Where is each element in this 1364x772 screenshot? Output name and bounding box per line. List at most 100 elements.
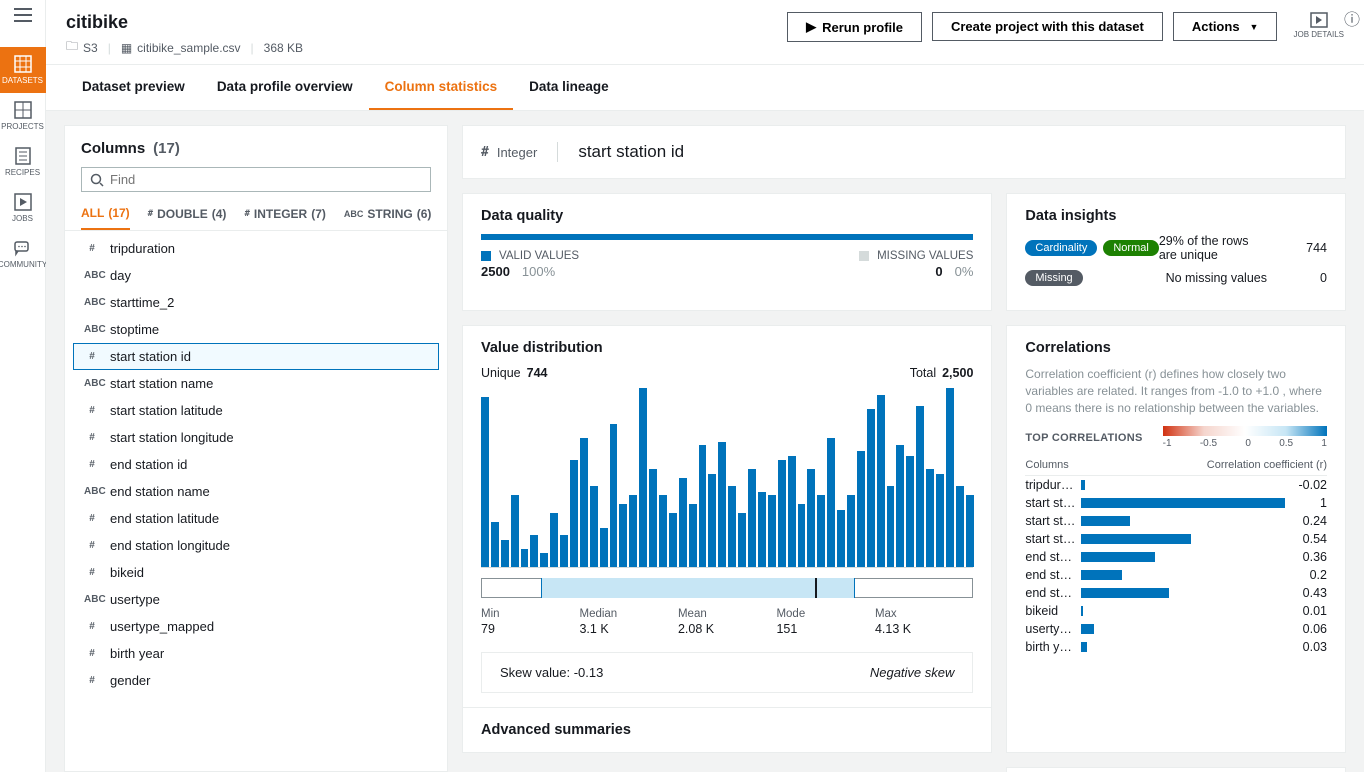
info-icon[interactable]: ⓘ [1344, 6, 1360, 30]
column-item[interactable]: ABCstoptime [73, 316, 439, 343]
left-nav: DATASETS PROJECTS RECIPES JOBS COMMUNITY [0, 0, 46, 772]
column-name-label: usertype [110, 592, 160, 607]
column-name-label: start station name [110, 376, 213, 391]
column-type-icon: # [84, 459, 100, 470]
top50-card: Top 50 unique values [1006, 767, 1346, 772]
column-item[interactable]: #end station latitude [73, 505, 439, 532]
column-type-icon: # [84, 567, 100, 578]
nav-projects[interactable]: PROJECTS [0, 93, 46, 139]
column-name-label: day [110, 268, 131, 283]
histogram-bar [550, 513, 558, 567]
nav-community[interactable]: COMMUNITY [0, 231, 46, 277]
nav-recipes[interactable]: RECIPES [0, 139, 46, 185]
histogram-bar [580, 438, 588, 567]
column-item[interactable]: ABCday [73, 262, 439, 289]
stat-cell: Median3.1 K [579, 608, 677, 636]
nav-datasets[interactable]: DATASETS [0, 47, 46, 93]
column-item[interactable]: #birth year [73, 640, 439, 667]
create-project-button[interactable]: Create project with this dataset [932, 12, 1163, 41]
histogram-bar [708, 474, 716, 567]
source-label: S3 [83, 41, 98, 55]
column-name-label: tripduration [110, 241, 175, 256]
histogram-bar [699, 445, 707, 567]
corr-coef: 0.24 [1291, 514, 1327, 528]
corr-col-name: start st… [1025, 496, 1075, 510]
correlation-row: userty…0.06 [1025, 620, 1327, 638]
corr-coef: -0.02 [1291, 478, 1327, 492]
histogram-bar [689, 504, 697, 567]
type-tab-all[interactable]: ALL (17) [81, 206, 130, 230]
corr-bar [1081, 516, 1130, 526]
column-item[interactable]: #usertype_mapped [73, 613, 439, 640]
top-correlations-label: TOP CORRELATIONS [1025, 432, 1142, 444]
correlation-row: tripdur…-0.02 [1025, 476, 1327, 494]
column-item[interactable]: #tripduration [73, 235, 439, 262]
corr-col-name: end st… [1025, 550, 1075, 564]
rerun-profile-button[interactable]: ▶Rerun profile [787, 12, 922, 42]
columns-panel: Columns (17) ALL (17) #DOUBLE (4) #INTEG… [64, 125, 448, 772]
column-item[interactable]: #bikeid [73, 559, 439, 586]
column-type-icon: # [84, 432, 100, 443]
total-label: Total [910, 366, 936, 380]
tab-data-lineage[interactable]: Data lineage [513, 65, 625, 110]
correlation-row: birth y…0.03 [1025, 638, 1327, 656]
histogram-bar [511, 495, 519, 567]
columns-find[interactable] [81, 167, 431, 192]
histogram-bar [679, 478, 687, 568]
column-item[interactable]: ABCusertype [73, 586, 439, 613]
histogram-bar [867, 409, 875, 567]
histogram-bar [788, 456, 796, 567]
corr-coef-head: Correlation coefficient (r) [1207, 459, 1327, 471]
column-item[interactable]: #gender [73, 667, 439, 694]
corr-coef: 0.06 [1291, 622, 1327, 636]
nav-jobs[interactable]: JOBS [0, 185, 46, 231]
job-details-button[interactable]: JOB DETAILS [1293, 12, 1344, 39]
type-tab-double[interactable]: #DOUBLE (4) [148, 206, 227, 230]
correlation-row: start st…0.54 [1025, 530, 1327, 548]
column-item[interactable]: #start station latitude [73, 397, 439, 424]
column-item[interactable]: ABCend station name [73, 478, 439, 505]
column-item[interactable]: #end station id [73, 451, 439, 478]
corr-coef: 0.54 [1291, 532, 1327, 546]
menu-icon[interactable] [14, 8, 32, 25]
stat-cell: Min79 [481, 608, 579, 636]
columns-count: (17) [153, 140, 180, 157]
histogram-bar [639, 388, 647, 567]
columns-find-input[interactable] [110, 172, 422, 187]
histogram-bar [560, 535, 568, 567]
type-tab-integer[interactable]: #INTEGER (7) [244, 206, 325, 230]
column-type-icon: # [84, 621, 100, 632]
column-item[interactable]: #start station id [73, 343, 439, 370]
search-icon [90, 173, 104, 187]
column-item[interactable]: ABCstarttime_2 [73, 289, 439, 316]
corr-col-name: end st… [1025, 568, 1075, 582]
corr-col-name: start st… [1025, 514, 1075, 528]
tab-data-profile-overview[interactable]: Data profile overview [201, 65, 369, 110]
corr-coef: 1 [1291, 496, 1327, 510]
correlations-title: Correlations [1007, 326, 1345, 366]
column-name-label: end station latitude [110, 511, 219, 526]
column-item[interactable]: # start station longitude [73, 424, 439, 451]
histogram-bar [916, 406, 924, 567]
file-icon: ▦ [121, 41, 132, 55]
filesize-label: 368 KB [264, 41, 303, 55]
corr-coef: 0.01 [1291, 604, 1327, 618]
type-tab-string[interactable]: ABCSTRING (6) [344, 206, 432, 230]
column-item[interactable]: ABCstart station name [73, 370, 439, 397]
actions-button[interactable]: Actions [1173, 12, 1278, 41]
boxplot[interactable] [481, 578, 973, 598]
histogram-bar [649, 469, 657, 567]
pill: Normal [1103, 240, 1158, 256]
corr-bar [1081, 570, 1122, 580]
tab-dataset-preview[interactable]: Dataset preview [66, 65, 201, 110]
histogram-bar [758, 492, 766, 567]
column-item[interactable]: #end station longitude [73, 532, 439, 559]
tab-column-statistics[interactable]: Column statistics [369, 65, 514, 110]
insight-row: CardinalityNormal29% of the rows are uni… [1025, 234, 1327, 262]
correlations-card: Correlations Correlation coefficient (r)… [1006, 325, 1346, 753]
column-name-label: start station longitude [110, 430, 234, 445]
columns-title: Columns [81, 140, 145, 157]
data-quality-bar [481, 234, 973, 240]
stat-cell: Mean2.08 K [678, 608, 776, 636]
dataset-title: citibike [66, 12, 303, 33]
